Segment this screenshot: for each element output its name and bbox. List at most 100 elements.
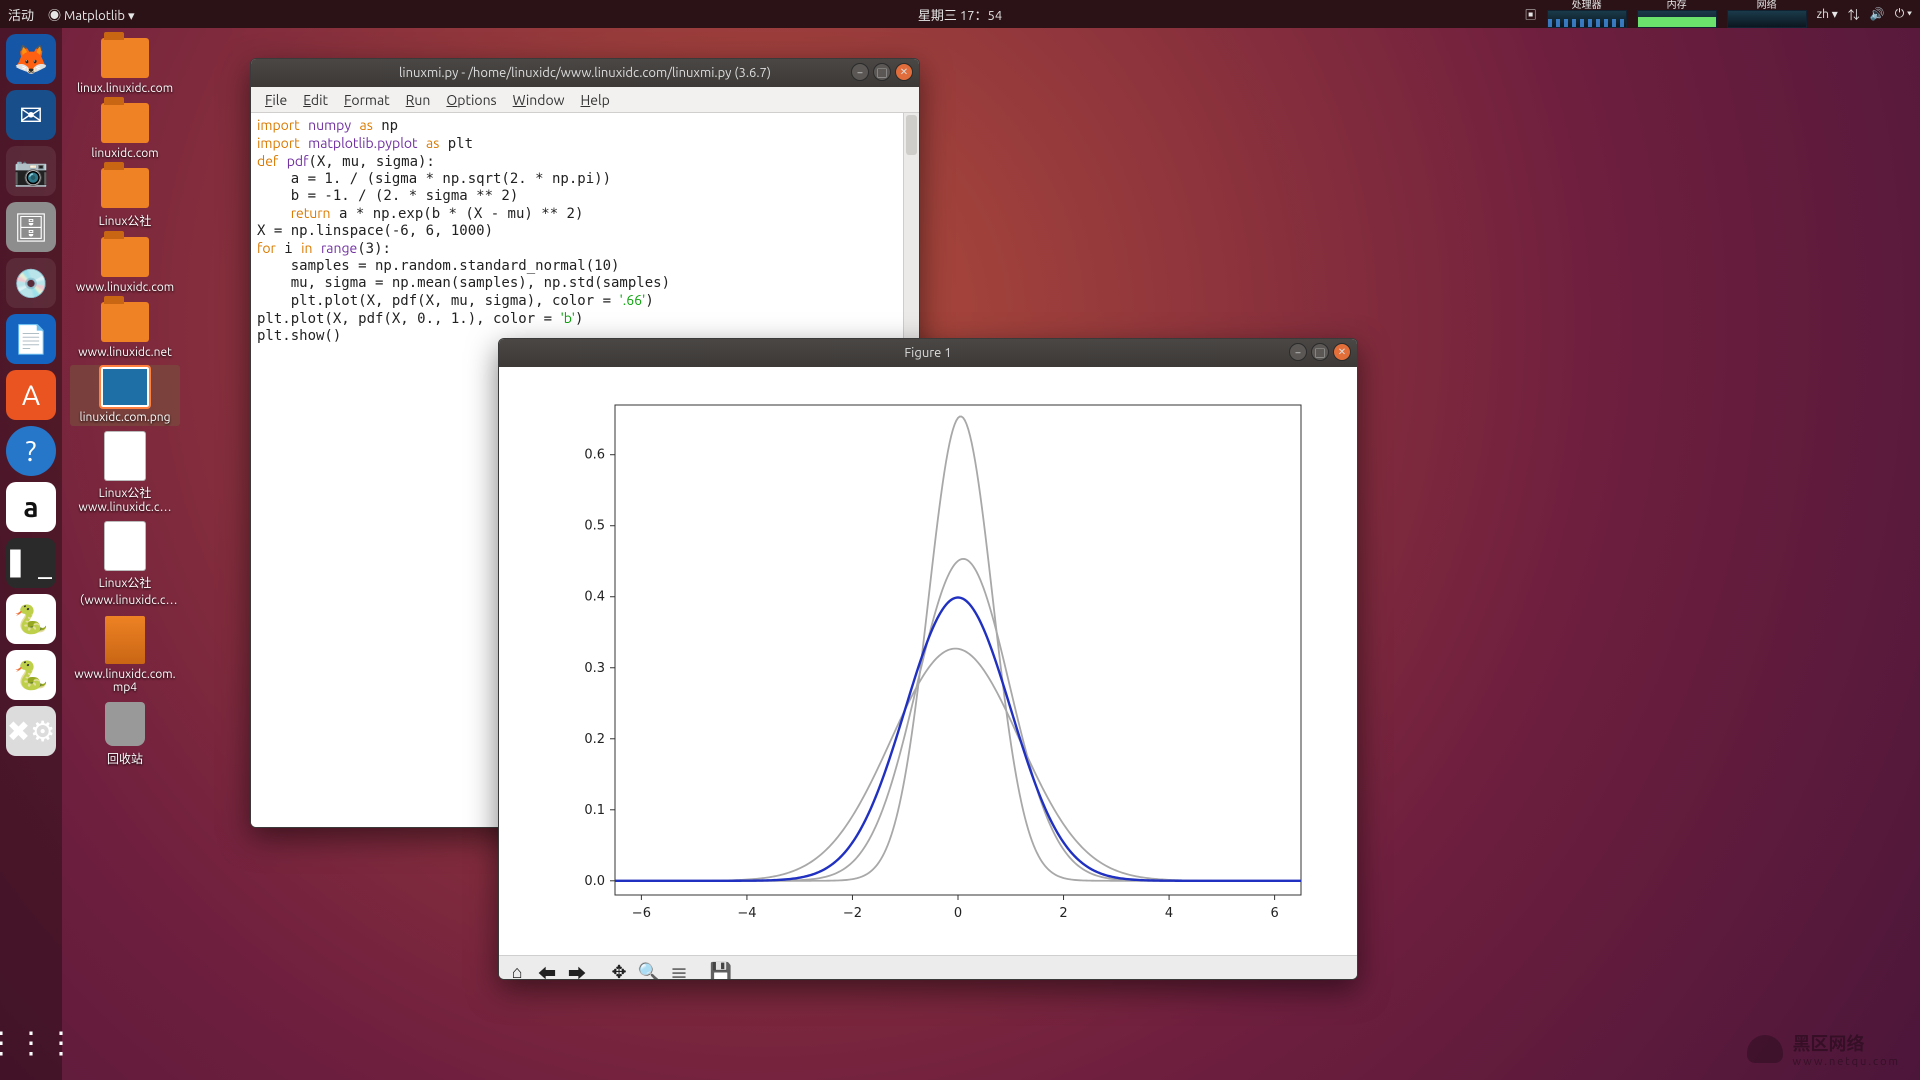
menu-format[interactable]: Format <box>338 90 396 110</box>
menu-help[interactable]: Help <box>575 90 616 110</box>
home-icon[interactable]: ⌂ <box>503 959 531 981</box>
idle-menubar: FileEditFormatRunOptionsWindowHelp <box>251 87 919 113</box>
folder-icon <box>101 168 149 208</box>
dock-shotwell[interactable]: 📷 <box>6 146 56 196</box>
dock-python-script-2[interactable]: 🐍 <box>6 650 56 700</box>
idle-titlebar[interactable]: linuxmi.py - /home/linuxidc/www.linuxidc… <box>251 59 919 87</box>
dock-thunderbird[interactable]: ✉ <box>6 90 56 140</box>
maximize-button[interactable]: ▢ <box>873 63 891 81</box>
menu-window[interactable]: Window <box>507 90 571 110</box>
desktop-icon-label: www.linuxidc.com.mp4 <box>72 668 178 694</box>
ytick-label: 0.4 <box>584 590 605 605</box>
figure-window: Figure 1 – ▢ ✕ −6−4−202460.00.10.20.30.4… <box>498 338 1358 980</box>
xtick-label: −4 <box>737 906 756 921</box>
xtick-label: −2 <box>843 906 862 921</box>
matplotlib-icon: ◉ <box>48 9 61 23</box>
back-icon[interactable]: ⬅ <box>533 959 561 981</box>
dock-firefox[interactable]: 🦊 <box>6 34 56 84</box>
xtick-label: 2 <box>1059 906 1067 921</box>
desktop-icon[interactable]: Linux公社（www.linuxidc.c… <box>70 520 180 610</box>
save-icon[interactable]: 💾 <box>707 959 735 981</box>
idle-title: linuxmi.py - /home/linuxidc/www.linuxidc… <box>399 66 771 80</box>
activities-button[interactable]: 活动 <box>8 5 34 24</box>
menu-file[interactable]: File <box>259 90 293 110</box>
dock-show-apps[interactable]: ⋮⋮⋮ <box>6 1018 56 1068</box>
dock-python-script-1[interactable]: 🐍 <box>6 594 56 644</box>
screenshot-indicator-icon[interactable]: ▣ <box>1525 6 1537 23</box>
minimize-button[interactable]: – <box>1289 343 1307 361</box>
folder-icon <box>101 103 149 143</box>
desktop-icon-label: Linux公社 www.linuxidc.c… <box>72 484 178 514</box>
forward-icon[interactable]: ➡ <box>563 959 591 981</box>
dock-rhythmbox[interactable]: 💿 <box>6 258 56 308</box>
minimize-button[interactable]: – <box>851 63 869 81</box>
clock[interactable]: 星期三 17：54 <box>918 5 1002 24</box>
scrollbar-thumb[interactable] <box>906 115 917 155</box>
memory-indicator[interactable]: 内存 <box>1637 0 1717 28</box>
desktop-icon[interactable]: Linux公社 www.linuxidc.c… <box>70 430 180 516</box>
volume-icon[interactable]: 🔊 <box>1870 7 1885 21</box>
ytick-label: 0.3 <box>584 661 605 676</box>
folder-icon <box>101 302 149 342</box>
dock-amazon[interactable]: a <box>6 482 56 532</box>
ytick-label: 0.6 <box>584 448 605 463</box>
network-indicator[interactable]: 网络 <box>1727 0 1807 28</box>
dock-terminal[interactable]: ▍_ <box>6 538 56 588</box>
ytick-label: 0.2 <box>584 732 605 747</box>
input-method[interactable]: zh ▾ <box>1817 7 1838 21</box>
dock-writer[interactable]: 📄 <box>6 314 56 364</box>
figure-titlebar[interactable]: Figure 1 – ▢ ✕ <box>499 339 1357 367</box>
pan-icon[interactable]: ✥ <box>605 959 633 981</box>
watermark-icon <box>1747 1035 1783 1063</box>
axes-frame <box>615 405 1301 895</box>
xtick-label: 0 <box>954 906 962 921</box>
desktop-icon-label: linux.linuxidc.com <box>77 82 173 95</box>
figure-title: Figure 1 <box>904 346 951 360</box>
desktop-icon-label: linuxidc.com <box>91 147 158 160</box>
desktop-icon-label: www.linuxidc.net <box>78 346 172 359</box>
desktop-icon[interactable]: Linux公社 <box>70 166 180 231</box>
plot-svg: −6−4−202460.00.10.20.30.40.50.6 <box>525 385 1331 945</box>
desktop-icon[interactable]: 回收站 <box>70 700 180 769</box>
menu-run[interactable]: Run <box>400 90 437 110</box>
desktop-icon[interactable]: linux.linuxidc.com <box>70 36 180 97</box>
desktop-icon[interactable]: linuxidc.com <box>70 101 180 162</box>
desktop-icon-label: Linux公社 <box>99 212 152 229</box>
cpu-indicator[interactable]: 处理器 <box>1547 0 1627 28</box>
dock-files[interactable]: 🗄 <box>6 202 56 252</box>
xtick-label: −6 <box>632 906 651 921</box>
desktop-icon[interactable]: www.linuxidc.com.mp4 <box>70 614 180 696</box>
desktop-icon[interactable]: linuxidc.com.png <box>70 365 180 426</box>
matplotlib-toolbar: ⌂ ⬅ ➡ ✥ 🔍 ≡ 💾 <box>499 955 1357 980</box>
series-0 <box>615 559 1301 881</box>
file-icon <box>105 432 145 480</box>
desktop-icon[interactable]: www.linuxidc.com <box>70 235 180 296</box>
power-icon[interactable]: ⏻ ▾ <box>1895 7 1912 21</box>
video-icon <box>105 616 145 664</box>
dock-settings[interactable]: ✖⚙ <box>6 706 56 756</box>
ytick-label: 0.5 <box>584 519 605 534</box>
image-icon <box>101 367 149 407</box>
desktop-icon-label: Linux公社（www.linuxidc.c… <box>72 574 178 608</box>
desktop-icon-label: linuxidc.com.png <box>79 411 170 424</box>
series-3 <box>615 597 1301 880</box>
close-button[interactable]: ✕ <box>1333 343 1351 361</box>
configure-icon[interactable]: ≡ <box>665 959 693 981</box>
maximize-button[interactable]: ▢ <box>1311 343 1329 361</box>
app-menu[interactable]: ◉ Matplotlib ▾ <box>48 5 135 24</box>
desktop-icon[interactable]: www.linuxidc.net <box>70 300 180 361</box>
launcher-dock: 🦊 ✉ 📷 🗄 💿 📄 A ? a ▍_ 🐍 🐍 ✖⚙ ⋮⋮⋮ <box>0 28 62 1080</box>
network-icon[interactable]: ⇅ <box>1848 6 1860 23</box>
series-2 <box>615 649 1301 881</box>
dock-software[interactable]: A <box>6 370 56 420</box>
menu-edit[interactable]: Edit <box>297 90 334 110</box>
close-button[interactable]: ✕ <box>895 63 913 81</box>
ytick-label: 0.0 <box>584 874 605 889</box>
zoom-icon[interactable]: 🔍 <box>635 959 663 981</box>
watermark: 黑区网络 www.netqu.com <box>1747 1030 1900 1068</box>
desktop-icon-label: www.linuxidc.com <box>76 281 174 294</box>
dock-help[interactable]: ? <box>6 426 56 476</box>
menu-options[interactable]: Options <box>440 90 502 110</box>
desktop-icons: linux.linuxidc.com linuxidc.com Linux公社 www… <box>70 36 180 769</box>
xtick-label: 6 <box>1270 906 1278 921</box>
